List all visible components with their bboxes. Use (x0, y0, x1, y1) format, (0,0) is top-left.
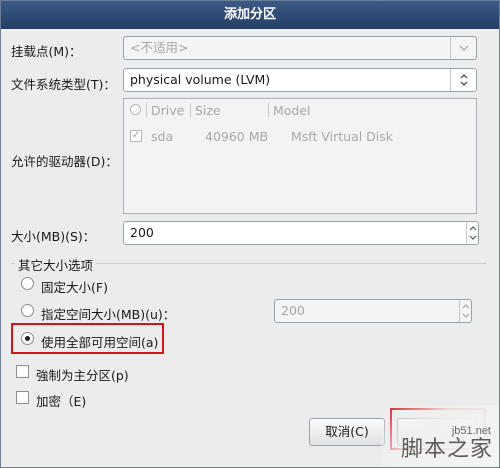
fill-space-label: 使用全部可用空间(a) (41, 335, 159, 350)
spin-arrows-icon[interactable] (466, 222, 478, 244)
drives-header: Drive Size Model (124, 99, 476, 121)
force-primary-checkbox[interactable] (16, 365, 29, 378)
drives-table[interactable]: Drive Size Model ✓ sda 40960 MB Msft Vir… (123, 98, 477, 214)
watermark-name: 脚本之家 (400, 437, 493, 462)
table-row[interactable]: ✓ sda 40960 MB Msft Virtual Disk (124, 125, 476, 145)
drive-model: Msft Virtual Disk (291, 129, 394, 144)
fixed-size-label: 固定大小(F) (41, 280, 108, 295)
upto-size-value: 200 (281, 303, 305, 318)
mount-point-label: 挂载点(M)： (11, 44, 82, 59)
size-value: 200 (130, 225, 154, 240)
column-drive: Drive (151, 103, 185, 118)
drive-size: 40960 MB (205, 129, 269, 144)
column-model: Model (273, 103, 311, 118)
encrypt-label: 加密（E) (36, 394, 87, 409)
mount-point-value: <不适用> (130, 40, 189, 55)
encrypt-checkbox[interactable] (16, 391, 29, 404)
spin-arrows-icon[interactable] (459, 300, 471, 322)
add-partition-dialog: 添加分区 挂载点(M)： <不适用> 文件系统类型(T)： physical v… (0, 0, 500, 468)
fs-type-combo[interactable]: physical volume (LVM) (123, 68, 477, 92)
drives-label: 允许的驱动器(D)： (11, 154, 118, 169)
updown-icon (450, 69, 476, 91)
size-label: 大小(MB)(S)： (11, 229, 96, 244)
watermark: jb51.net 脚本之家 (381, 405, 499, 467)
drive-name: sda (151, 129, 174, 144)
header-radio-icon (130, 104, 141, 115)
upto-size-spinbox[interactable]: 200 (274, 299, 472, 323)
fixed-size-radio[interactable] (21, 277, 34, 290)
upto-size-label: 指定空间大小(MB)(u)： (41, 307, 176, 322)
force-primary-label: 強制为主分区(p) (36, 368, 129, 383)
drive-checkbox[interactable]: ✓ (130, 130, 142, 142)
fill-space-radio[interactable] (21, 332, 34, 345)
upto-size-radio[interactable] (21, 304, 34, 317)
mount-point-combo[interactable]: <不适用> (123, 36, 477, 60)
cancel-button[interactable]: 取消(C) (309, 418, 385, 446)
fs-type-label: 文件系统类型(T)： (11, 77, 116, 92)
column-size: Size (195, 103, 221, 118)
fs-type-value: physical volume (LVM) (130, 72, 271, 87)
size-options-group-label: 其它大小选项 (15, 255, 97, 274)
size-spinbox[interactable]: 200 (123, 221, 479, 245)
chevron-down-icon (450, 37, 476, 59)
dialog-title: 添加分区 (1, 1, 499, 29)
